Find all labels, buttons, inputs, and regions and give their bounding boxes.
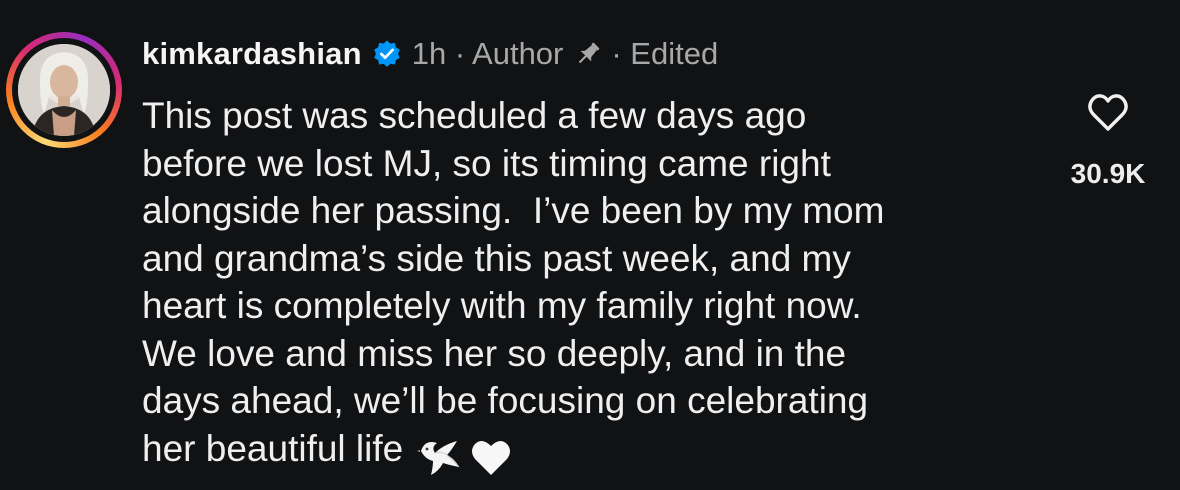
comment-text-line: and grandma’s side this past week, and m… <box>142 237 851 279</box>
username-link[interactable]: kimkardashian <box>142 36 362 72</box>
comment-text-line: days ahead, we’ll be focusing on celebra… <box>142 380 869 421</box>
avatar-story-ring[interactable] <box>6 32 122 148</box>
comment-text-line: We love and miss her so deeply, and in t… <box>142 332 847 374</box>
comment-text-line-last: her beautiful life <box>142 425 1042 479</box>
comment-text: This post was scheduled a few days ago b… <box>142 92 1042 478</box>
heart-outline-icon[interactable] <box>1085 90 1131 136</box>
comment-text-line: This post was scheduled a few days ago <box>142 95 807 136</box>
pin-icon <box>573 39 603 69</box>
comment-text-line: her beautiful life <box>142 427 404 469</box>
comment-header: kimkardashian 1h · Author · Edited <box>142 32 718 76</box>
avatar-image <box>18 44 110 136</box>
avatar[interactable] <box>18 44 110 136</box>
emoji-group <box>417 431 513 479</box>
comment-text-line: alongside her passing. I’ve been by my m… <box>142 190 885 231</box>
avatar-gap <box>12 38 116 142</box>
comment-text-line: heart is completely with my family right… <box>142 285 862 326</box>
edited-label: · Edited <box>611 36 719 71</box>
dove-emoji <box>417 440 460 475</box>
verified-badge-icon <box>372 39 402 69</box>
like-count[interactable]: 30.9K <box>1062 158 1154 190</box>
comment-text-line: before we lost MJ, so its timing came ri… <box>142 142 831 184</box>
comment: kimkardashian 1h · Author · Edited This … <box>0 0 1180 490</box>
comment-meta: 1h · Author <box>411 36 564 71</box>
like-column: 30.9K <box>1062 90 1154 190</box>
white-heart-emoji <box>472 440 511 475</box>
